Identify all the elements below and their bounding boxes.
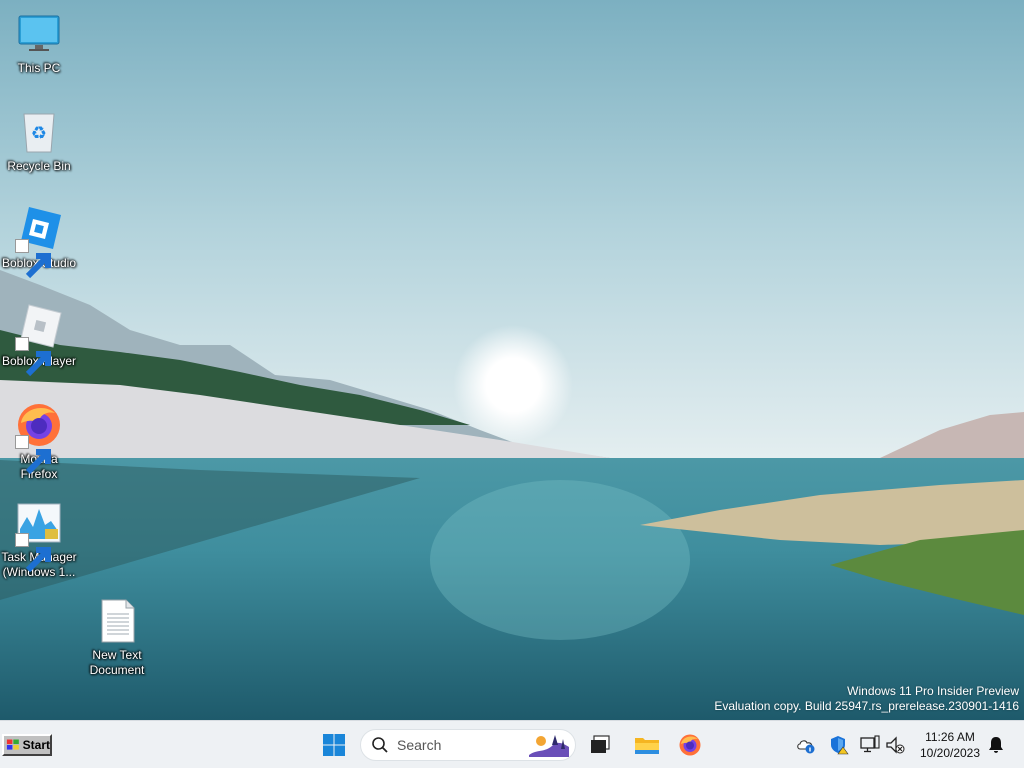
desktop[interactable]: This PC ♻ Recycle Bin Boblox Studio Bobl…	[0, 0, 1024, 720]
task-view-icon	[591, 735, 610, 753]
firefox-icon	[15, 401, 63, 475]
system-clock[interactable]: 11:26 AM 10/20/2023	[912, 729, 988, 761]
windows-security-icon[interactable]	[829, 735, 849, 755]
clock-date: 10/20/2023	[919, 746, 981, 760]
firefox-icon	[679, 734, 701, 756]
windows-logo-icon	[323, 734, 345, 756]
svg-text:♻: ♻	[31, 123, 47, 144]
desktop-icon-boblox-player[interactable]: Boblox Player	[0, 303, 79, 377]
task-view-button[interactable]	[584, 729, 616, 761]
file-explorer-icon	[635, 738, 659, 754]
build-watermark: Windows 11 Pro Insider Preview Evaluatio…	[714, 684, 1019, 714]
watermark-line1: Windows 11 Pro Insider Preview	[847, 684, 1019, 698]
boblox-studio-icon	[15, 205, 63, 279]
desktop-icon-new-text-document[interactable]: New Text Document	[77, 597, 157, 678]
search-highlight-icon	[529, 735, 569, 757]
desktop-icon-this-pc[interactable]: This PC	[0, 10, 79, 76]
desktop-icon-boblox-studio[interactable]: Boblox Studio	[0, 205, 79, 279]
this-pc-icon	[15, 10, 63, 58]
start-button[interactable]: Start	[2, 734, 52, 756]
search-input[interactable]: Search	[360, 729, 576, 761]
search-placeholder: Search	[397, 737, 442, 753]
shortcut-arrow-icon	[15, 239, 51, 279]
desktop-icon-mozilla-firefox[interactable]: Mozilla Firefox	[0, 401, 79, 482]
shortcut-arrow-icon	[15, 435, 51, 475]
desktop-icon-label: Recycle Bin	[7, 159, 71, 173]
volume-icon[interactable]	[885, 735, 905, 755]
task-manager-icon	[15, 499, 63, 573]
desktop-icon-label: New Text Document	[89, 648, 145, 677]
watermark-line2: Evaluation copy. Build 25947.rs_prerelea…	[714, 699, 1019, 713]
clock-time: 11:26 AM	[925, 730, 975, 744]
windows-start-menu-button[interactable]	[318, 729, 350, 761]
taskbar: Start Search 11:26 AM 10/20/2023	[0, 720, 1024, 768]
onedrive-icon[interactable]	[796, 735, 816, 755]
desktop-icon-task-manager[interactable]: Task Manager (Windows 1...	[0, 499, 79, 580]
firefox-taskbar-button[interactable]	[674, 729, 706, 761]
desktop-icon-recycle-bin[interactable]: ♻ Recycle Bin	[0, 108, 79, 174]
shortcut-arrow-icon	[15, 337, 51, 377]
windows-flag-icon	[6, 739, 19, 750]
desktop-icon-label: This PC	[17, 61, 61, 75]
notification-bell-icon[interactable]	[986, 735, 1006, 755]
search-icon	[372, 737, 388, 753]
boblox-player-icon	[15, 303, 63, 377]
shortcut-arrow-icon	[15, 533, 51, 573]
start-label: Start	[22, 738, 50, 752]
text-document-icon	[93, 597, 141, 645]
recycle-bin-icon: ♻	[15, 108, 63, 156]
file-explorer-button[interactable]	[631, 729, 663, 761]
network-icon[interactable]	[860, 735, 880, 755]
